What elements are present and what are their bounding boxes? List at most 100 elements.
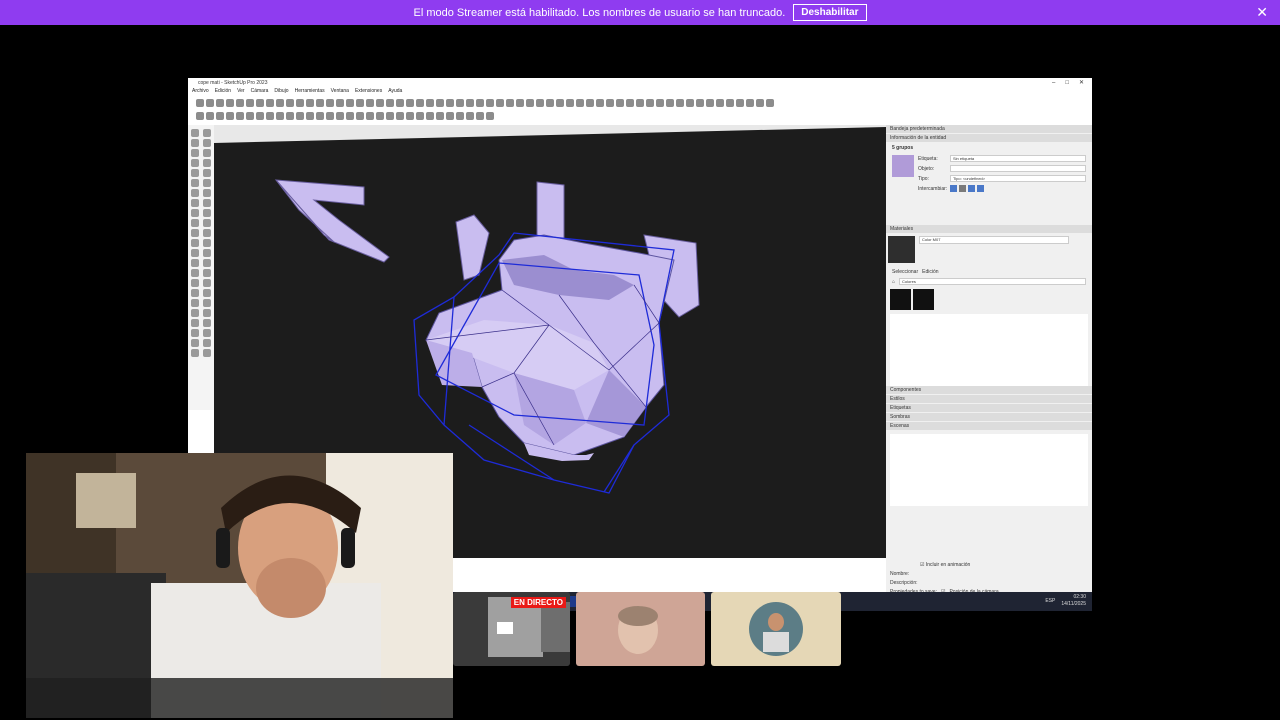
toolbar-tool-icon[interactable] — [646, 98, 654, 107]
toolbar-tool-icon[interactable] — [586, 98, 594, 107]
drawing-tool-icon[interactable] — [203, 349, 211, 357]
drawing-tool-icon[interactable] — [203, 339, 211, 347]
drawing-tool-icon[interactable] — [191, 139, 199, 147]
toolbar-tool-icon[interactable] — [376, 98, 384, 107]
colors-dropdown[interactable]: Colores — [899, 278, 1086, 285]
drawing-tool-icon[interactable] — [203, 249, 211, 257]
menu-camara[interactable]: Cámara — [251, 88, 269, 96]
drawing-tool-icon[interactable] — [203, 309, 211, 317]
toolbar-tool-icon[interactable] — [316, 111, 324, 120]
toolbar-tool-icon[interactable] — [406, 98, 414, 107]
toolbar-tool-icon[interactable] — [256, 111, 264, 120]
drawing-tool-icon[interactable] — [203, 229, 211, 237]
section-escenas[interactable]: Escenas — [886, 422, 1092, 430]
toolbar-tool-icon[interactable] — [196, 98, 204, 107]
color-swatch-2[interactable] — [913, 289, 934, 310]
color-swatch-1[interactable] — [890, 289, 911, 310]
toolbar-tool-icon[interactable] — [326, 111, 334, 120]
drawing-tool-icon[interactable] — [203, 149, 211, 157]
toolbar-tool-icon[interactable] — [396, 111, 404, 120]
toolbar-tool-icon[interactable] — [266, 111, 274, 120]
toolbar-tool-icon[interactable] — [296, 98, 304, 107]
toolbar-tool-icon[interactable] — [276, 98, 284, 107]
toolbar-tool-icon[interactable] — [726, 98, 734, 107]
toolbar-tool-icon[interactable] — [706, 98, 714, 107]
toolbar-tool-icon[interactable] — [306, 98, 314, 107]
toolbar-tool-icon[interactable] — [216, 111, 224, 120]
toolbar-tool-icon[interactable] — [196, 111, 204, 120]
drawing-tool-icon[interactable] — [191, 289, 199, 297]
toolbar-tool-icon[interactable] — [236, 98, 244, 107]
cast-shadow-icon[interactable] — [968, 185, 975, 192]
toolbar-tool-icon[interactable] — [336, 111, 344, 120]
drawing-tool-icon[interactable] — [203, 319, 211, 327]
toolbar-tool-icon[interactable] — [226, 111, 234, 120]
object-input[interactable] — [950, 165, 1086, 172]
menu-ver[interactable]: Ver — [237, 88, 245, 96]
drawing-tool-icon[interactable] — [191, 179, 199, 187]
drawing-tool-icon[interactable] — [191, 299, 199, 307]
drawing-tool-icon[interactable] — [203, 219, 211, 227]
drawing-tool-icon[interactable] — [203, 179, 211, 187]
drawing-tool-icon[interactable] — [203, 169, 211, 177]
tab-edit[interactable]: Edición — [922, 268, 938, 276]
drawing-tool-icon[interactable] — [191, 239, 199, 247]
toolbar-tool-icon[interactable] — [276, 111, 284, 120]
section-estilos[interactable]: Estilos — [886, 395, 1092, 403]
toolbar-tool-icon[interactable] — [746, 98, 754, 107]
drawing-tool-icon[interactable] — [191, 219, 199, 227]
menu-extensiones[interactable]: Extensiones — [355, 88, 382, 96]
toolbar-tool-icon[interactable] — [476, 111, 484, 120]
section-componentes[interactable]: Componentes — [886, 386, 1092, 394]
menu-edicion[interactable]: Edición — [215, 88, 231, 96]
drawing-tool-icon[interactable] — [203, 209, 211, 217]
drawing-tool-icon[interactable] — [191, 319, 199, 327]
toolbar-tool-icon[interactable] — [526, 98, 534, 107]
drawing-tool-icon[interactable] — [191, 159, 199, 167]
toolbar-tool-icon[interactable] — [716, 98, 724, 107]
toolbar-tool-icon[interactable] — [436, 111, 444, 120]
toolbar-tool-icon[interactable] — [246, 111, 254, 120]
toolbar-tool-icon[interactable] — [296, 111, 304, 120]
toolbar-tool-icon[interactable] — [466, 111, 474, 120]
menu-ventana[interactable]: Ventana — [331, 88, 349, 96]
toolbar-tool-icon[interactable] — [246, 98, 254, 107]
toolbar-tool-icon[interactable] — [516, 98, 524, 107]
toolbar-tool-icon[interactable] — [416, 98, 424, 107]
toolbar-tool-icon[interactable] — [456, 111, 464, 120]
drawing-tool-icon[interactable] — [191, 279, 199, 287]
toolbar-tool-icon[interactable] — [626, 98, 634, 107]
toolbar-tool-icon[interactable] — [236, 111, 244, 120]
toolbar-tool-icon[interactable] — [546, 98, 554, 107]
toolbar-tool-icon[interactable] — [606, 98, 614, 107]
toolbar-tool-icon[interactable] — [446, 98, 454, 107]
toolbar-tool-icon[interactable] — [476, 98, 484, 107]
toolbar-tool-icon[interactable] — [376, 111, 384, 120]
label-dropdown[interactable]: Sin etiqueta — [950, 155, 1086, 162]
toolbar-tool-icon[interactable] — [416, 111, 424, 120]
toolbar-tool-icon[interactable] — [206, 98, 214, 107]
toolbar-tool-icon[interactable] — [406, 111, 414, 120]
toolbar-tool-icon[interactable] — [446, 111, 454, 120]
toolbar-tool-icon[interactable] — [426, 111, 434, 120]
toolbar-tool-icon[interactable] — [596, 98, 604, 107]
toolbar-tool-icon[interactable] — [326, 98, 334, 107]
drawing-tool-icon[interactable] — [203, 159, 211, 167]
drawing-tool-icon[interactable] — [203, 259, 211, 267]
drawing-tool-icon[interactable] — [203, 189, 211, 197]
toolbar-tool-icon[interactable] — [206, 111, 214, 120]
toolbar-tool-icon[interactable] — [616, 98, 624, 107]
drawing-tool-icon[interactable] — [203, 329, 211, 337]
drawing-tool-icon[interactable] — [203, 129, 211, 137]
home-icon[interactable]: ⌂ — [892, 278, 895, 286]
section-etiquetas[interactable]: Etiquetas — [886, 404, 1092, 412]
toolbar-tool-icon[interactable] — [666, 98, 674, 107]
toolbar-tool-icon[interactable] — [756, 98, 764, 107]
toolbar-tool-icon[interactable] — [436, 98, 444, 107]
drawing-tool-icon[interactable] — [203, 269, 211, 277]
disable-button[interactable]: Deshabilitar — [793, 4, 867, 21]
drawing-tool-icon[interactable] — [191, 229, 199, 237]
type-dropdown[interactable]: Tipo: <undefined> — [950, 175, 1086, 182]
maximize-button[interactable]: □ — [1065, 78, 1069, 88]
menu-ayuda[interactable]: Ayuda — [388, 88, 402, 96]
